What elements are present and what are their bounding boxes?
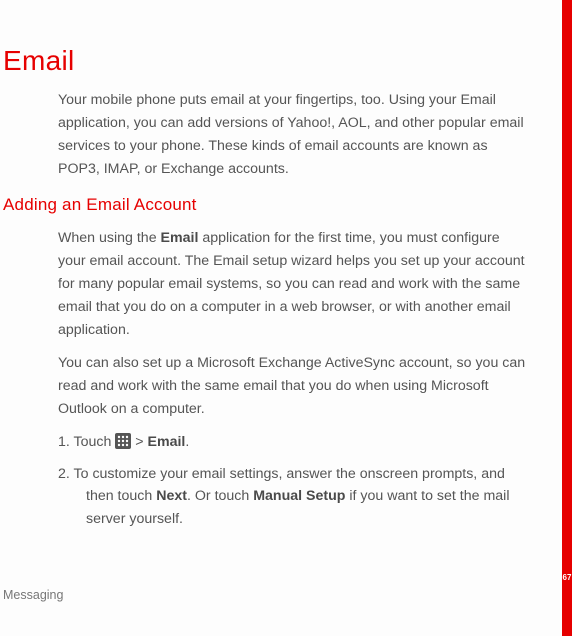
para1-b: application for the first time, you must… bbox=[58, 230, 525, 338]
intro-paragraph: Your mobile phone puts email at your fin… bbox=[58, 89, 530, 181]
step2-hang-a: then touch bbox=[86, 488, 156, 504]
step2-mid: . Or touch bbox=[187, 488, 253, 504]
subheading-adding-account: Adding an Email Account bbox=[3, 195, 530, 215]
page-number: 67 bbox=[562, 572, 572, 584]
intro-text: Your mobile phone puts email at your fin… bbox=[58, 89, 530, 181]
step1-text-a: 1. Touch bbox=[58, 434, 115, 450]
body-paragraphs: When using the Email application for the… bbox=[58, 227, 530, 421]
heading-email: Email bbox=[3, 45, 530, 77]
side-red-bar bbox=[562, 0, 572, 636]
paragraph-2: You can also set up a Microsoft Exchange… bbox=[58, 352, 530, 421]
para1-email-bold: Email bbox=[161, 230, 199, 246]
step1-gt: > bbox=[131, 434, 147, 450]
apps-grid-icon bbox=[115, 433, 131, 449]
step2-hang: then touch Next. Or touch Manual Setup i… bbox=[58, 485, 530, 530]
step-2: 2. To customize your email settings, ans… bbox=[58, 463, 530, 531]
step1-email-bold: Email bbox=[148, 434, 186, 450]
step2-next-bold: Next bbox=[156, 488, 187, 504]
steps-list: 1. Touch > Email. 2. To customize your e… bbox=[58, 431, 530, 531]
step-1: 1. Touch > Email. bbox=[58, 431, 530, 454]
para1-a: When using the bbox=[58, 230, 161, 246]
step2-manual-bold: Manual Setup bbox=[253, 488, 345, 504]
document-page: 67 Email Your mobile phone puts email at… bbox=[0, 0, 572, 636]
paragraph-1: When using the Email application for the… bbox=[58, 227, 530, 342]
footer-label: Messaging bbox=[3, 588, 63, 602]
step2-line1: 2. To customize your email settings, ans… bbox=[58, 466, 505, 482]
step1-end: . bbox=[185, 434, 189, 450]
